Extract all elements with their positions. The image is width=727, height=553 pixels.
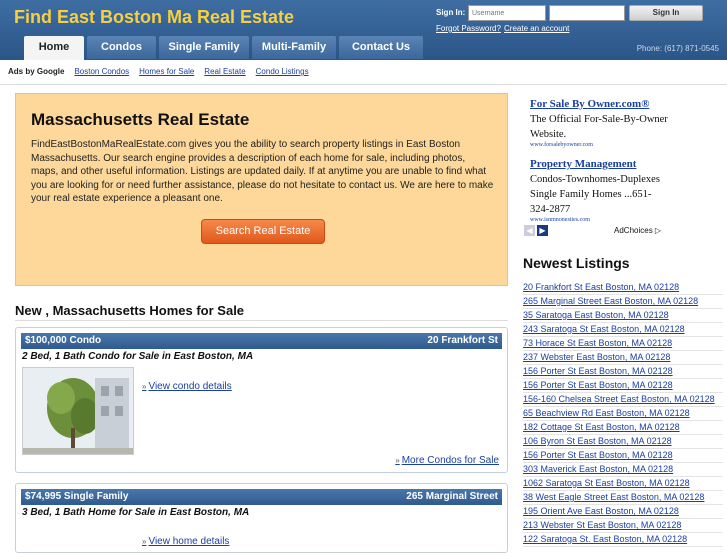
listing-card: $100,000 Condo 20 Frankfort St 2 Bed, 1 … xyxy=(15,327,508,473)
signin-label: Sign In: xyxy=(436,8,466,17)
sidebar-ad[interactable]: For Sale By Owner.com® The Official For-… xyxy=(530,98,670,148)
list-item[interactable]: 237 Webster East Boston, MA 02128 xyxy=(523,351,723,365)
ad-title[interactable]: For Sale By Owner.com® xyxy=(530,98,670,110)
divider xyxy=(0,84,727,85)
view-condo-details-link[interactable]: » View condo details xyxy=(142,381,232,392)
list-item[interactable]: 195 Orient Ave East Boston, MA 02128 xyxy=(523,505,723,519)
list-item[interactable]: 1062 Saratoga St East Boston, MA 02128 xyxy=(523,477,723,491)
tab-contact-us[interactable]: Contact Us xyxy=(339,36,423,59)
double-chevron-icon: » xyxy=(395,456,400,465)
listing-price: $74,995 Single Family xyxy=(25,491,129,502)
ads-by-google-label[interactable]: Ads by Google xyxy=(8,67,64,76)
adchoices-link[interactable]: AdChoices ▷ xyxy=(614,226,661,235)
create-account-link[interactable]: Create an account xyxy=(504,24,569,33)
tab-condos[interactable]: Condos xyxy=(87,36,156,59)
listing-subtitle: 3 Bed, 1 Bath Home for Sale in East Bost… xyxy=(22,507,250,518)
list-item[interactable]: 243 Saratoga St East Boston, MA 02128 xyxy=(523,323,723,337)
tab-home[interactable]: Home xyxy=(24,36,84,60)
tab-single-family[interactable]: Single Family xyxy=(159,36,249,59)
list-item[interactable]: 156 Porter St East Boston, MA 02128 xyxy=(523,449,723,463)
signin-button[interactable]: Sign In xyxy=(629,5,703,21)
list-item[interactable]: 38 West Eagle Street East Boston, MA 021… xyxy=(523,491,723,505)
ad-link-condo-listings[interactable]: Condo Listings xyxy=(256,67,309,76)
listing-header-bar: $100,000 Condo 20 Frankfort St xyxy=(21,333,502,349)
listing-subtitle: 2 Bed, 1 Bath Condo for Sale in East Bos… xyxy=(22,351,254,362)
next-arrow-icon[interactable]: ▶ xyxy=(537,225,548,236)
list-item[interactable]: 213 Webster St East Boston, MA 02128 xyxy=(523,519,723,533)
prev-arrow-icon[interactable]: ◀ xyxy=(524,225,535,236)
ad-description: Condos-Townhomes-Duplexes Single Family … xyxy=(530,174,660,215)
page-title: Massachusetts Real Estate xyxy=(31,110,250,129)
adchoices-icon: ▷ xyxy=(654,226,662,235)
ad-title[interactable]: Property Management xyxy=(530,158,670,170)
intro-text: FindEastBostonMaRealEstate.com gives you… xyxy=(31,139,494,204)
listings-section-title: New , Massachusetts Homes for Sale xyxy=(15,303,245,318)
ad-link-real-estate[interactable]: Real Estate xyxy=(204,67,245,76)
list-item[interactable]: 20 Frankfort St East Boston, MA 02128 xyxy=(523,281,723,295)
ad-link-homes-for-sale[interactable]: Homes for Sale xyxy=(139,67,194,76)
listing-card: $74,995 Single Family 265 Marginal Stree… xyxy=(15,483,508,553)
search-real-estate-button[interactable]: Search Real Estate xyxy=(201,219,325,244)
list-item[interactable]: 303 Maverick East Boston, MA 02128 xyxy=(523,463,723,477)
more-condos-link[interactable]: » More Condos for Sale xyxy=(395,455,499,466)
ad-link-boston-condos[interactable]: Boston Condos xyxy=(74,67,129,76)
sidebar-ad[interactable]: Property Management Condos-Townhomes-Dup… xyxy=(530,158,670,223)
double-chevron-icon: » xyxy=(142,382,147,391)
listing-photo[interactable] xyxy=(22,367,134,455)
forgot-password-link[interactable]: Forgot Password? xyxy=(436,24,501,33)
intro-panel: Massachusetts Real Estate FindEastBoston… xyxy=(15,93,508,286)
ad-url[interactable]: www.forsalebyowner.com xyxy=(530,142,670,148)
site-title[interactable]: Find East Boston Ma Real Estate xyxy=(14,7,294,28)
list-item[interactable]: 156-160 Chelsea Street East Boston, MA 0… xyxy=(523,393,723,407)
listing-header-bar: $74,995 Single Family 265 Marginal Stree… xyxy=(21,489,502,505)
list-item[interactable]: 106 Byron St East Boston, MA 02128 xyxy=(523,435,723,449)
list-item[interactable]: 156 Porter St East Boston, MA 02128 xyxy=(523,379,723,393)
ad-url[interactable]: www.isnmnonesties.com xyxy=(530,217,670,223)
list-item[interactable]: 35 Saratoga East Boston, MA 02128 xyxy=(523,309,723,323)
tab-multi-family[interactable]: Multi-Family xyxy=(252,36,336,59)
listing-street: 20 Frankfort St xyxy=(427,335,498,346)
username-input[interactable] xyxy=(468,5,546,21)
password-input[interactable] xyxy=(549,5,625,21)
listing-street: 265 Marginal Street xyxy=(406,491,498,502)
main-nav: Home Condos Single Family Multi-Family C… xyxy=(24,36,426,60)
divider xyxy=(15,320,508,321)
list-item[interactable]: 65 Beachview Rd East Boston, MA 02128 xyxy=(523,407,723,421)
site-header: Find East Boston Ma Real Estate Sign In:… xyxy=(0,0,727,60)
newest-listings-title: Newest Listings xyxy=(523,255,630,271)
listing-price: $100,000 Condo xyxy=(25,335,102,346)
phone-number: Phone: (617) 871-0545 xyxy=(636,44,719,53)
list-item[interactable]: 182 Cottage St East Boston, MA 02128 xyxy=(523,421,723,435)
list-item[interactable]: 156 Porter St East Boston, MA 02128 xyxy=(523,365,723,379)
ad-pager: ◀ ▶ xyxy=(524,225,548,236)
list-item[interactable]: 265 Marginal Street East Boston, MA 0212… xyxy=(523,295,723,309)
newest-listings-list: 20 Frankfort St East Boston, MA 02128 26… xyxy=(523,281,723,547)
list-item[interactable]: 73 Horace St East Boston, MA 02128 xyxy=(523,337,723,351)
ad-description: The Official For-Sale-By-Owner Website. xyxy=(530,114,668,140)
ads-bar: Ads by Google Boston Condos Homes for Sa… xyxy=(8,67,309,76)
view-home-details-link[interactable]: » View home details xyxy=(142,536,229,547)
